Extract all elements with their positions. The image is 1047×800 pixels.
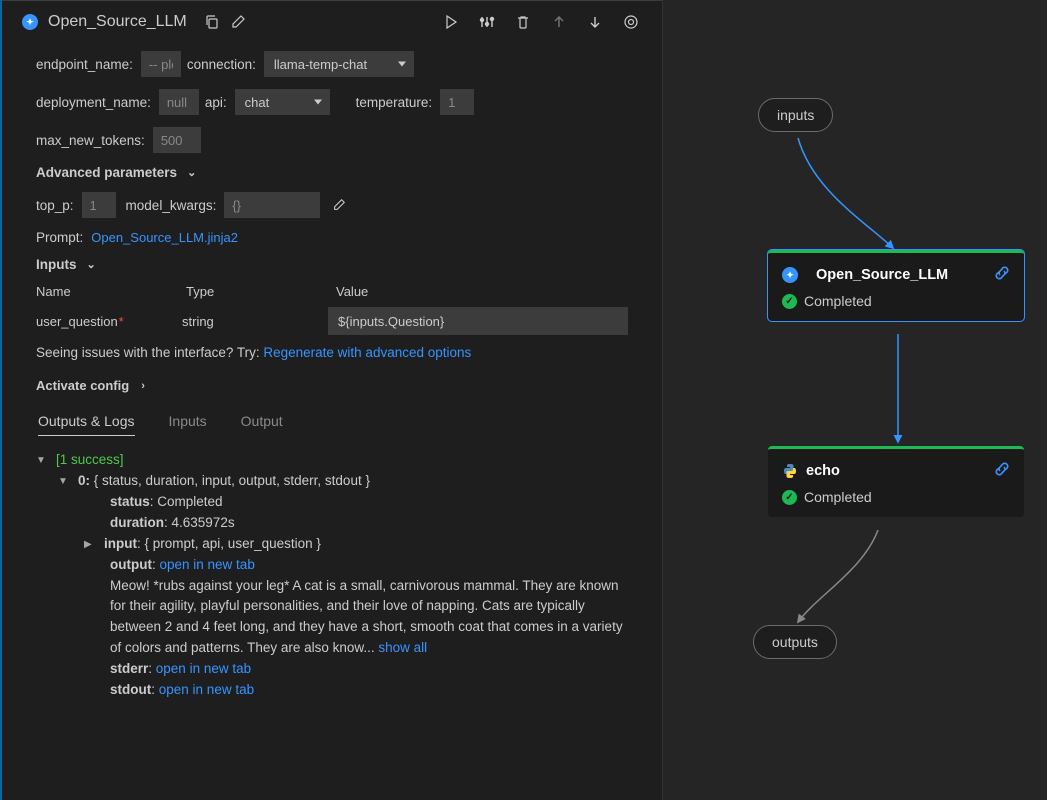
copy-icon[interactable]: [201, 11, 223, 33]
endpoint-name-input[interactable]: [141, 51, 181, 77]
edit-kwargs-icon[interactable]: [326, 192, 352, 218]
check-icon: ✓: [782, 490, 797, 505]
node-header-bar: ✦ Open_Source_LLM: [2, 0, 662, 41]
move-down-icon[interactable]: [584, 11, 606, 33]
prompt-label: Prompt:: [36, 230, 83, 245]
tab-output[interactable]: Output: [241, 413, 283, 436]
run-icon[interactable]: [440, 11, 462, 33]
tool-icon: ✦: [782, 267, 798, 283]
logs-tree: ▼ [ 1 success ] ▼ 0: { status, duration,…: [36, 450, 628, 701]
delete-icon[interactable]: [512, 11, 534, 33]
caret-right-icon[interactable]: ▶: [84, 537, 98, 553]
graph-outputs-node[interactable]: outputs: [753, 625, 837, 659]
open-stdout-link[interactable]: open in new tab: [159, 682, 254, 697]
tool-icon: ✦: [22, 14, 38, 30]
settings-icon[interactable]: [476, 11, 498, 33]
flow-graph-panel[interactable]: inputs ✦ Open_Source_LLM ✓ Completed ech…: [662, 0, 1047, 800]
api-select[interactable]: chat: [235, 89, 330, 115]
caret-down-icon[interactable]: ▼: [36, 453, 50, 469]
chevron-down-icon: ⌄: [187, 166, 196, 179]
target-icon[interactable]: [620, 11, 642, 33]
graph-node-echo[interactable]: echo ✓ Completed: [768, 446, 1024, 517]
input-name: user_question: [36, 314, 118, 329]
move-up-icon[interactable]: [548, 11, 570, 33]
tab-outputs-logs[interactable]: Outputs & Logs: [38, 413, 135, 436]
check-icon: ✓: [782, 294, 797, 309]
advanced-toggle[interactable]: Advanced parameters ⌄: [36, 165, 628, 180]
endpoint-name-label: endpoint_name:: [36, 57, 133, 72]
output-text: Meow! *rubs against your leg* A cat is a…: [110, 576, 628, 660]
node-editor-panel: ✦ Open_Source_LLM: [0, 0, 662, 800]
graph-inputs-node[interactable]: inputs: [758, 98, 833, 132]
link-icon[interactable]: [994, 461, 1010, 481]
input-value-field[interactable]: [328, 307, 628, 335]
inputs-toggle[interactable]: Inputs ⌄: [36, 257, 628, 272]
open-stderr-link[interactable]: open in new tab: [156, 661, 251, 676]
inputs-table: Name Type Value user_question* string: [36, 284, 628, 335]
model-kwargs-label: model_kwargs:: [126, 198, 217, 213]
connection-label: connection:: [187, 57, 256, 72]
input-type: string: [182, 314, 328, 329]
prompt-file-link[interactable]: Open_Source_LLM.jinja2: [91, 230, 238, 245]
graph-edges: [663, 0, 1047, 800]
table-row: user_question* string: [36, 307, 628, 335]
max-tokens-label: max_new_tokens:: [36, 133, 145, 148]
form-row-main: endpoint_name: connection: llama-temp-ch…: [36, 51, 628, 77]
success-count: 1 success: [60, 450, 120, 471]
hint-row: Seeing issues with the interface? Try: R…: [36, 345, 628, 360]
output-tabs: Outputs & Logs Inputs Output: [36, 413, 628, 436]
chevron-right-icon: ›: [141, 380, 145, 392]
max-tokens-input[interactable]: [153, 127, 201, 153]
temperature-label: temperature:: [356, 95, 433, 110]
activate-config-toggle[interactable]: Activate config ›: [36, 378, 628, 393]
tab-inputs[interactable]: Inputs: [169, 413, 207, 436]
caret-down-icon[interactable]: ▼: [58, 474, 72, 490]
python-icon: [782, 463, 798, 479]
link-icon[interactable]: [994, 265, 1010, 285]
open-output-link[interactable]: open in new tab: [160, 557, 255, 572]
edit-icon[interactable]: [227, 11, 249, 33]
top-p-input[interactable]: [82, 192, 116, 218]
model-kwargs-input[interactable]: [224, 192, 320, 218]
deployment-name-label: deployment_name:: [36, 95, 151, 110]
deployment-name-input[interactable]: [159, 89, 199, 115]
prompt-row: Prompt: Open_Source_LLM.jinja2: [36, 230, 628, 245]
col-header-name: Name: [36, 284, 186, 299]
regenerate-link[interactable]: Regenerate with advanced options: [263, 345, 471, 360]
api-label: api:: [205, 95, 227, 110]
top-p-label: top_p:: [36, 198, 74, 213]
show-all-link[interactable]: show all: [378, 640, 427, 655]
temperature-input[interactable]: [440, 89, 474, 115]
form-row-advanced: top_p: model_kwargs:: [36, 192, 628, 218]
graph-node-open-source-llm[interactable]: ✦ Open_Source_LLM ✓ Completed: [768, 250, 1024, 321]
form-row-2: deployment_name: api: chat temperature:: [36, 89, 628, 115]
required-star: *: [119, 314, 124, 329]
col-header-type: Type: [186, 284, 336, 299]
form-row-3: max_new_tokens:: [36, 127, 628, 153]
node-title: Open_Source_LLM: [48, 13, 187, 31]
col-header-value: Value: [336, 284, 628, 299]
chevron-down-icon: ⌄: [87, 258, 96, 271]
connection-select[interactable]: llama-temp-chat: [264, 51, 414, 77]
